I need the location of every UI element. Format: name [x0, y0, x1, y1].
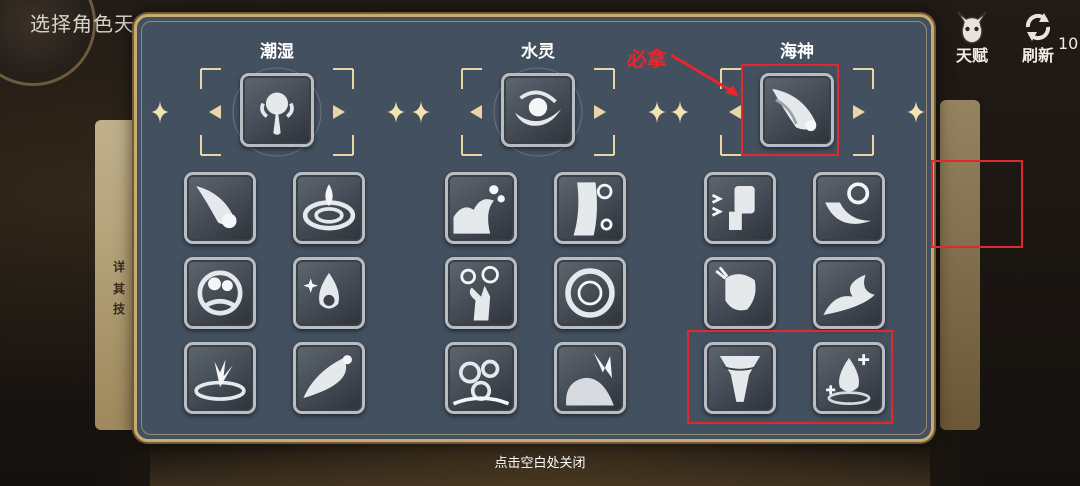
talent-tree-panel: 潮湿 水灵 海神 必拿 [134, 14, 1023, 442]
refresh-arrows-icon [1025, 13, 1051, 41]
sparkle-icon [412, 101, 430, 123]
highlight-box-row3 [687, 330, 893, 424]
card-char: 其 [113, 282, 126, 296]
background-side-card [940, 100, 980, 430]
wave-crest-icon[interactable] [445, 172, 517, 244]
sparkle-icon [648, 101, 666, 123]
annotation-arrow-icon [670, 53, 739, 97]
talent-label: 天赋 [955, 46, 988, 65]
card-char: 技 [113, 302, 126, 316]
hand-with-orbs-icon[interactable] [445, 257, 517, 329]
refresh-count: 10 [1058, 34, 1079, 53]
must-take-annotation: 必拿 [627, 47, 667, 71]
card-char: 详 [113, 260, 126, 274]
talent-button[interactable]: 天赋 [950, 8, 994, 68]
sleeping-wave-icon[interactable] [554, 342, 626, 414]
spiral-shell-splash-icon[interactable] [813, 172, 885, 244]
talent-column-水灵: 水灵 [408, 17, 668, 439]
dashing-hammer-icon[interactable] [704, 172, 776, 244]
horned-helmet-icon [957, 11, 987, 44]
bubble-vortex-icon[interactable] [554, 257, 626, 329]
tidal-fist-icon[interactable] [704, 257, 776, 329]
refresh-label: 刷新 [1021, 46, 1054, 65]
storm-wave-icon[interactable] [813, 257, 885, 329]
highlight-box-main [741, 64, 839, 156]
column-title: 潮湿 [260, 42, 294, 62]
falling-comet-icon[interactable] [184, 172, 256, 244]
sparkle-icon [387, 101, 405, 123]
water-flower-burst-icon[interactable] [240, 73, 314, 147]
orb-vortex-icon[interactable] [184, 257, 256, 329]
sparkle-icon [907, 101, 925, 123]
rising-bubble-column-icon[interactable] [554, 172, 626, 244]
highlight-box-row1 [931, 160, 1023, 248]
talent-column-潮湿: 潮湿 [147, 17, 407, 439]
sparkle-droplet-icon[interactable] [293, 257, 365, 329]
sparkle-icon [151, 101, 169, 123]
water-orb-swirl-icon[interactable] [501, 73, 575, 147]
bubble-cluster-icon[interactable] [445, 342, 517, 414]
refresh-button[interactable]: 刷新 [1016, 8, 1060, 68]
background-title: 选择角色天 [30, 12, 135, 36]
splash-ring-icon[interactable] [184, 342, 256, 414]
whirlpool-drop-icon[interactable] [293, 172, 365, 244]
water-wave-burst-icon[interactable] [293, 342, 365, 414]
tap-blank-to-close-hint: 点击空白处关闭 [494, 456, 586, 471]
